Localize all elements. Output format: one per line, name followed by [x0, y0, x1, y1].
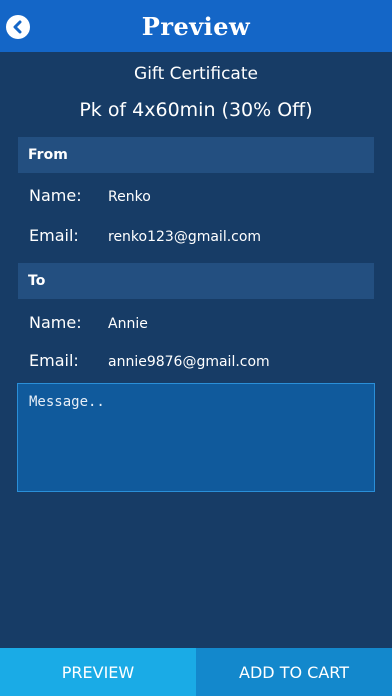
from-name-row: Name: Renko	[29, 186, 374, 205]
from-email-row: Email: renko123@gmail.com	[29, 226, 374, 245]
from-email-value: renko123@gmail.com	[108, 229, 262, 245]
page-title: Preview	[141, 11, 251, 41]
header-bar: Preview	[0, 0, 392, 52]
certificate-package: Pk of 4x60min (30% Off)	[79, 99, 313, 121]
to-section-header: To	[18, 263, 374, 299]
from-section-header: From	[18, 137, 374, 173]
to-email-value: annie9876@gmail.com	[108, 354, 270, 370]
to-name-label: Name:	[29, 313, 82, 332]
certificate-type: Gift Certificate	[134, 64, 258, 84]
from-name-label: Name:	[29, 186, 82, 205]
message-input[interactable]	[29, 394, 363, 481]
preview-screen: Preview Gift Certificate Pk of 4x60min (…	[0, 0, 392, 696]
message-box	[17, 383, 375, 492]
to-email-label: Email:	[29, 351, 79, 370]
preview-button[interactable]: PREVIEW	[0, 648, 196, 696]
back-button[interactable]	[6, 15, 30, 39]
from-name-value: Renko	[108, 189, 151, 205]
add-to-cart-button[interactable]: ADD TO CART	[196, 648, 392, 696]
to-email-row: Email: annie9876@gmail.com	[29, 351, 374, 370]
footer-bar: PREVIEW ADD TO CART	[0, 648, 392, 696]
to-name-row: Name: Annie	[29, 313, 374, 332]
from-email-label: Email:	[29, 226, 79, 245]
to-name-value: Annie	[108, 316, 148, 332]
chevron-left-icon	[13, 20, 22, 34]
